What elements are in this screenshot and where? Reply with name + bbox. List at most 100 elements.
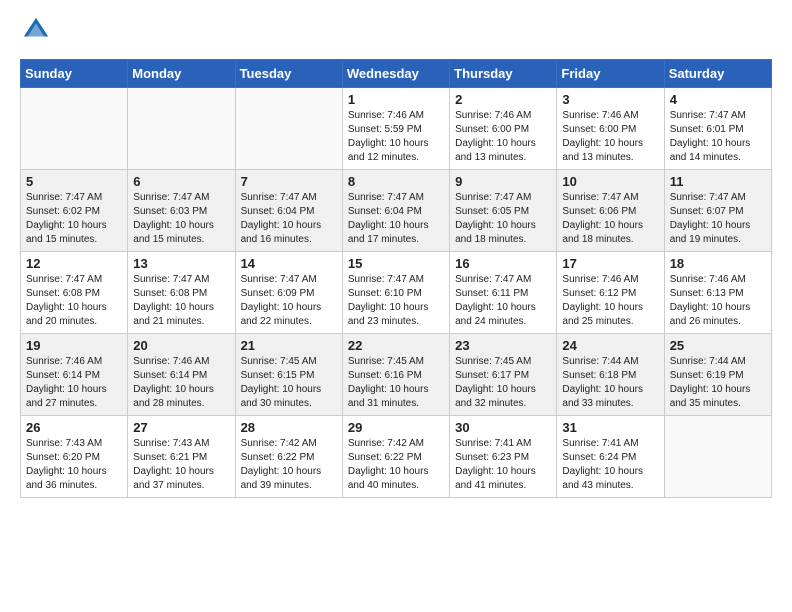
day-info: Sunrise: 7:47 AM Sunset: 6:10 PM Dayligh… bbox=[348, 273, 444, 329]
day-info: Sunrise: 7:47 AM Sunset: 6:07 PM Dayligh… bbox=[670, 191, 766, 247]
day-number: 20 bbox=[133, 338, 229, 353]
calendar-cell: 7 Sunrise: 7:47 AM Sunset: 6:04 PM Daylig… bbox=[235, 170, 342, 252]
calendar-cell: 29 Sunrise: 7:42 AM Sunset: 6:22 PM Dayli… bbox=[342, 416, 449, 498]
calendar-cell: 15 Sunrise: 7:47 AM Sunset: 6:10 PM Dayli… bbox=[342, 252, 449, 334]
day-number: 16 bbox=[455, 256, 551, 271]
week-row-3: 12 Sunrise: 7:47 AM Sunset: 6:08 PM Dayli… bbox=[21, 252, 772, 334]
weekday-sunday: Sunday bbox=[21, 60, 128, 88]
calendar-cell bbox=[128, 88, 235, 170]
day-info: Sunrise: 7:43 AM Sunset: 6:20 PM Dayligh… bbox=[26, 437, 122, 493]
calendar-cell: 25Sunrise: 7:44 AM Sunset: 6:19 PM Dayli… bbox=[664, 334, 771, 416]
calendar-cell: 18 Sunrise: 7:46 AM Sunset: 6:13 PM Dayli… bbox=[664, 252, 771, 334]
day-number: 26 bbox=[26, 420, 122, 435]
day-info: Sunrise: 7:45 AM Sunset: 6:15 PM Dayligh… bbox=[241, 355, 337, 411]
week-row-2: 5Sunrise: 7:47 AM Sunset: 6:02 PM Daylig… bbox=[21, 170, 772, 252]
day-info: Sunrise: 7:47 AM Sunset: 6:08 PM Dayligh… bbox=[133, 273, 229, 329]
logo bbox=[20, 20, 50, 49]
calendar-cell: 10 Sunrise: 7:47 AM Sunset: 6:06 PM Dayli… bbox=[557, 170, 664, 252]
day-number: 15 bbox=[348, 256, 444, 271]
day-number: 6 bbox=[133, 174, 229, 189]
calendar-cell bbox=[235, 88, 342, 170]
page: SundayMondayTuesdayWednesdayThursdayFrid… bbox=[0, 0, 792, 508]
logo-text bbox=[20, 20, 50, 49]
day-number: 14 bbox=[241, 256, 337, 271]
weekday-tuesday: Tuesday bbox=[235, 60, 342, 88]
day-info: Sunrise: 7:42 AM Sunset: 6:22 PM Dayligh… bbox=[348, 437, 444, 493]
calendar-cell: 27 Sunrise: 7:43 AM Sunset: 6:21 PM Dayli… bbox=[128, 416, 235, 498]
day-info: Sunrise: 7:47 AM Sunset: 6:01 PM Dayligh… bbox=[670, 109, 766, 165]
day-number: 23 bbox=[455, 338, 551, 353]
day-info: Sunrise: 7:47 AM Sunset: 6:02 PM Dayligh… bbox=[26, 191, 122, 247]
day-number: 3 bbox=[562, 92, 658, 107]
day-info: Sunrise: 7:44 AM Sunset: 6:18 PM Dayligh… bbox=[562, 355, 658, 411]
day-info: Sunrise: 7:41 AM Sunset: 6:24 PM Dayligh… bbox=[562, 437, 658, 493]
calendar-cell: 21 Sunrise: 7:45 AM Sunset: 6:15 PM Dayli… bbox=[235, 334, 342, 416]
day-info: Sunrise: 7:47 AM Sunset: 6:05 PM Dayligh… bbox=[455, 191, 551, 247]
day-number: 8 bbox=[348, 174, 444, 189]
calendar: SundayMondayTuesdayWednesdayThursdayFrid… bbox=[20, 59, 772, 498]
calendar-cell: 12 Sunrise: 7:47 AM Sunset: 6:08 PM Dayli… bbox=[21, 252, 128, 334]
day-number: 7 bbox=[241, 174, 337, 189]
day-info: Sunrise: 7:43 AM Sunset: 6:21 PM Dayligh… bbox=[133, 437, 229, 493]
calendar-cell: 24 Sunrise: 7:44 AM Sunset: 6:18 PM Dayli… bbox=[557, 334, 664, 416]
day-number: 2 bbox=[455, 92, 551, 107]
day-info: Sunrise: 7:46 AM Sunset: 6:14 PM Dayligh… bbox=[133, 355, 229, 411]
weekday-header-row: SundayMondayTuesdayWednesdayThursdayFrid… bbox=[21, 60, 772, 88]
calendar-cell: 23Sunrise: 7:45 AM Sunset: 6:17 PM Dayli… bbox=[450, 334, 557, 416]
calendar-cell: 17Sunrise: 7:46 AM Sunset: 6:12 PM Dayli… bbox=[557, 252, 664, 334]
header bbox=[20, 20, 772, 49]
calendar-cell: 11 Sunrise: 7:47 AM Sunset: 6:07 PM Dayli… bbox=[664, 170, 771, 252]
day-number: 30 bbox=[455, 420, 551, 435]
weekday-friday: Friday bbox=[557, 60, 664, 88]
weekday-wednesday: Wednesday bbox=[342, 60, 449, 88]
day-number: 28 bbox=[241, 420, 337, 435]
day-number: 12 bbox=[26, 256, 122, 271]
calendar-cell: 1 Sunrise: 7:46 AM Sunset: 5:59 PM Daylig… bbox=[342, 88, 449, 170]
day-number: 19 bbox=[26, 338, 122, 353]
day-number: 18 bbox=[670, 256, 766, 271]
calendar-cell: 5Sunrise: 7:47 AM Sunset: 6:02 PM Daylig… bbox=[21, 170, 128, 252]
calendar-cell: 20 Sunrise: 7:46 AM Sunset: 6:14 PM Dayli… bbox=[128, 334, 235, 416]
calendar-cell: 6 Sunrise: 7:47 AM Sunset: 6:03 PM Daylig… bbox=[128, 170, 235, 252]
day-info: Sunrise: 7:46 AM Sunset: 6:14 PM Dayligh… bbox=[26, 355, 122, 411]
weekday-monday: Monday bbox=[128, 60, 235, 88]
day-number: 13 bbox=[133, 256, 229, 271]
weekday-saturday: Saturday bbox=[664, 60, 771, 88]
day-info: Sunrise: 7:46 AM Sunset: 5:59 PM Dayligh… bbox=[348, 109, 444, 165]
day-info: Sunrise: 7:45 AM Sunset: 6:16 PM Dayligh… bbox=[348, 355, 444, 411]
day-number: 25 bbox=[670, 338, 766, 353]
day-info: Sunrise: 7:47 AM Sunset: 6:03 PM Dayligh… bbox=[133, 191, 229, 247]
week-row-4: 19 Sunrise: 7:46 AM Sunset: 6:14 PM Dayli… bbox=[21, 334, 772, 416]
day-info: Sunrise: 7:47 AM Sunset: 6:06 PM Dayligh… bbox=[562, 191, 658, 247]
day-info: Sunrise: 7:47 AM Sunset: 6:08 PM Dayligh… bbox=[26, 273, 122, 329]
day-info: Sunrise: 7:42 AM Sunset: 6:22 PM Dayligh… bbox=[241, 437, 337, 493]
calendar-cell: 26 Sunrise: 7:43 AM Sunset: 6:20 PM Dayli… bbox=[21, 416, 128, 498]
calendar-cell: 13 Sunrise: 7:47 AM Sunset: 6:08 PM Dayli… bbox=[128, 252, 235, 334]
calendar-cell bbox=[21, 88, 128, 170]
weekday-thursday: Thursday bbox=[450, 60, 557, 88]
day-info: Sunrise: 7:46 AM Sunset: 6:12 PM Dayligh… bbox=[562, 273, 658, 329]
day-number: 24 bbox=[562, 338, 658, 353]
calendar-cell: 8Sunrise: 7:47 AM Sunset: 6:04 PM Daylig… bbox=[342, 170, 449, 252]
day-number: 11 bbox=[670, 174, 766, 189]
day-number: 1 bbox=[348, 92, 444, 107]
day-info: Sunrise: 7:46 AM Sunset: 6:00 PM Dayligh… bbox=[562, 109, 658, 165]
day-number: 31 bbox=[562, 420, 658, 435]
day-info: Sunrise: 7:47 AM Sunset: 6:04 PM Dayligh… bbox=[241, 191, 337, 247]
day-info: Sunrise: 7:46 AM Sunset: 6:13 PM Dayligh… bbox=[670, 273, 766, 329]
calendar-cell: 30Sunrise: 7:41 AM Sunset: 6:23 PM Dayli… bbox=[450, 416, 557, 498]
calendar-cell bbox=[664, 416, 771, 498]
calendar-cell: 16Sunrise: 7:47 AM Sunset: 6:11 PM Dayli… bbox=[450, 252, 557, 334]
day-number: 27 bbox=[133, 420, 229, 435]
week-row-5: 26 Sunrise: 7:43 AM Sunset: 6:20 PM Dayli… bbox=[21, 416, 772, 498]
calendar-cell: 4Sunrise: 7:47 AM Sunset: 6:01 PM Daylig… bbox=[664, 88, 771, 170]
calendar-cell: 2 Sunrise: 7:46 AM Sunset: 6:00 PM Daylig… bbox=[450, 88, 557, 170]
logo-icon bbox=[22, 16, 50, 44]
calendar-cell: 31 Sunrise: 7:41 AM Sunset: 6:24 PM Dayli… bbox=[557, 416, 664, 498]
calendar-cell: 22 Sunrise: 7:45 AM Sunset: 6:16 PM Dayli… bbox=[342, 334, 449, 416]
day-number: 29 bbox=[348, 420, 444, 435]
day-number: 21 bbox=[241, 338, 337, 353]
day-number: 10 bbox=[562, 174, 658, 189]
day-number: 22 bbox=[348, 338, 444, 353]
day-info: Sunrise: 7:46 AM Sunset: 6:00 PM Dayligh… bbox=[455, 109, 551, 165]
